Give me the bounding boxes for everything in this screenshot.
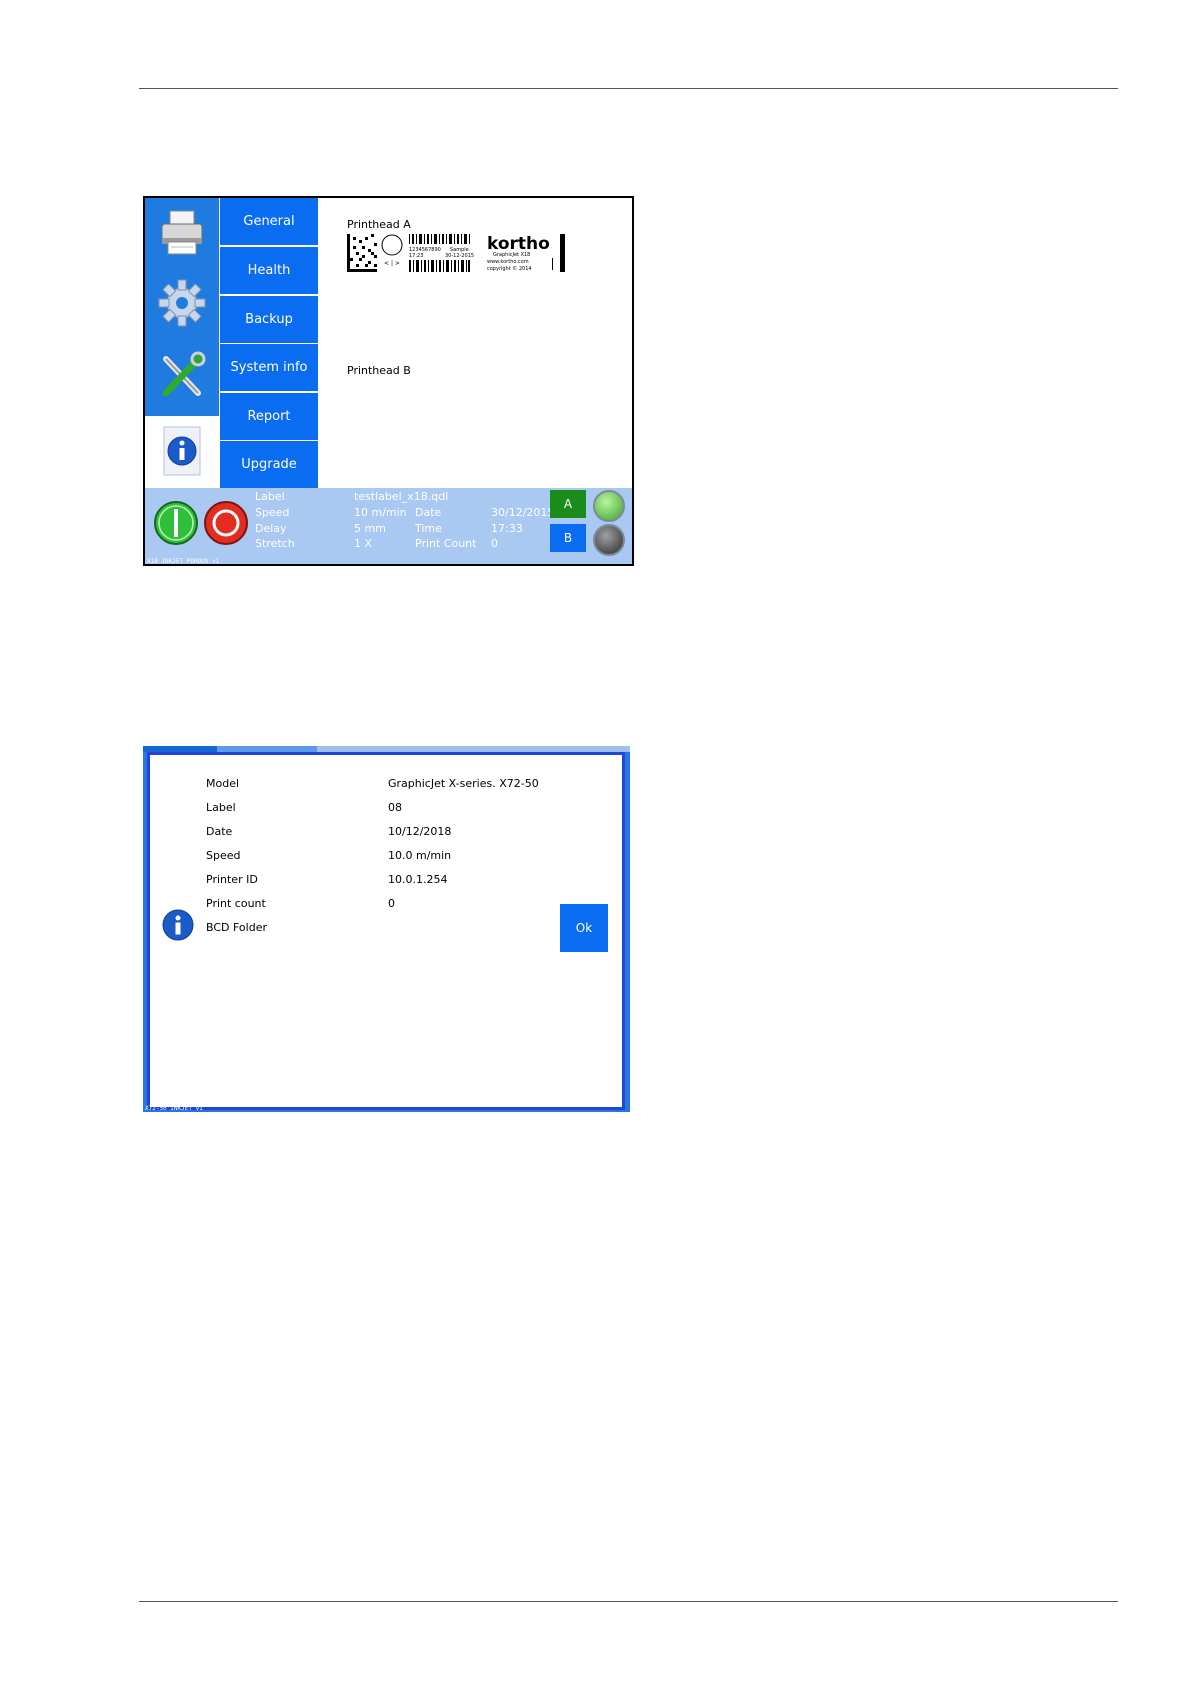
printer-icon[interactable] <box>155 206 209 260</box>
label-key: Label <box>255 490 285 503</box>
print-count-value: 0 <box>491 537 498 550</box>
menu-report-button[interactable]: Report <box>220 393 318 440</box>
label-value: testlabel_x18.qdl <box>354 490 449 503</box>
date-value: 30/12/2015 <box>491 506 555 519</box>
date-key: Date <box>415 506 442 519</box>
printhead-b-status-led <box>593 524 625 556</box>
svg-text:30-12-2015: 30-12-2015 <box>445 253 474 259</box>
menu-system-info-button[interactable]: System info <box>220 344 318 391</box>
footer-rule <box>139 1601 1118 1602</box>
version-text: X72-50 INKJET v1 <box>145 1105 203 1112</box>
svg-text:GraphicJet X18: GraphicJet X18 <box>493 252 530 258</box>
printhead-b-button[interactable]: B <box>550 524 586 552</box>
model-value: GraphicJet X-series. X72-50 <box>388 777 539 790</box>
settings-menu: General Health Backup System info Report… <box>219 198 319 488</box>
printer-main-screen: General Health Backup System info Report… <box>143 196 634 566</box>
stretch-value: 1 X <box>354 537 373 550</box>
menu-backup-button[interactable]: Backup <box>220 296 318 343</box>
delay-value: 5 mm <box>354 522 386 535</box>
svg-text:www.kortho.com: www.kortho.com <box>487 259 529 265</box>
svg-text:17:23: 17:23 <box>409 253 423 259</box>
speed-label: Speed <box>206 849 241 862</box>
printhead-a-status-led <box>593 490 625 522</box>
model-label: Model <box>206 777 240 790</box>
system-info-dialog: Model Label Date Speed Printer ID Print … <box>147 752 625 1110</box>
svg-text:< | >: < | > <box>384 260 400 267</box>
time-value: 17:33 <box>491 522 523 535</box>
sidebar <box>145 198 219 488</box>
ok-button[interactable]: Ok <box>560 904 608 952</box>
speed-value: 10.0 m/min <box>388 849 452 862</box>
print-count-label: Print count <box>206 897 266 910</box>
label-preview-image: < | > 1234567890 Sample 17:23 30-12-2015 <box>347 234 565 272</box>
info-icon[interactable] <box>155 424 209 478</box>
gear-icon[interactable] <box>155 276 209 330</box>
info-icon <box>162 909 194 941</box>
printer-id-label: Printer ID <box>206 873 258 886</box>
printer-id-value: 10.0.1.254 <box>388 873 448 886</box>
menu-upgrade-button[interactable]: Upgrade <box>220 441 318 488</box>
stop-button[interactable] <box>203 500 249 546</box>
date-label: Date <box>206 825 233 838</box>
print-count-value: 0 <box>388 897 395 910</box>
menu-general-button[interactable]: General <box>220 198 318 245</box>
svg-text:copyright © 2014: copyright © 2014 <box>487 265 532 272</box>
date-value: 10/12/2018 <box>388 825 452 838</box>
printer-info-dialog-screen: Model Label Date Speed Printer ID Print … <box>143 746 630 1112</box>
tools-icon[interactable] <box>155 348 209 402</box>
label-label: Label <box>206 801 236 814</box>
menu-health-button[interactable]: Health <box>220 247 318 294</box>
version-text: X18 INKJET POROUS v1 <box>147 558 220 565</box>
print-count-key: Print Count <box>415 537 477 550</box>
header-rule <box>139 88 1118 89</box>
bcd-folder-label: BCD Folder <box>206 921 267 934</box>
speed-key: Speed <box>255 506 290 519</box>
stretch-key: Stretch <box>255 537 295 550</box>
kortho-logo: kortho <box>487 234 550 254</box>
time-key: Time <box>415 522 442 535</box>
delay-key: Delay <box>255 522 287 535</box>
status-bar: Label Speed Delay Stretch testlabel_x18.… <box>145 488 632 564</box>
label-preview-area: Printhead A Printhead B < | > 1234567890… <box>320 198 632 488</box>
speed-value: 10 m/min <box>354 506 407 519</box>
printhead-a-title: Printhead A <box>347 218 411 231</box>
printhead-a-button[interactable]: A <box>550 490 586 518</box>
start-button[interactable] <box>153 500 199 546</box>
label-value: 08 <box>388 801 402 814</box>
printhead-b-title: Printhead B <box>347 364 411 377</box>
